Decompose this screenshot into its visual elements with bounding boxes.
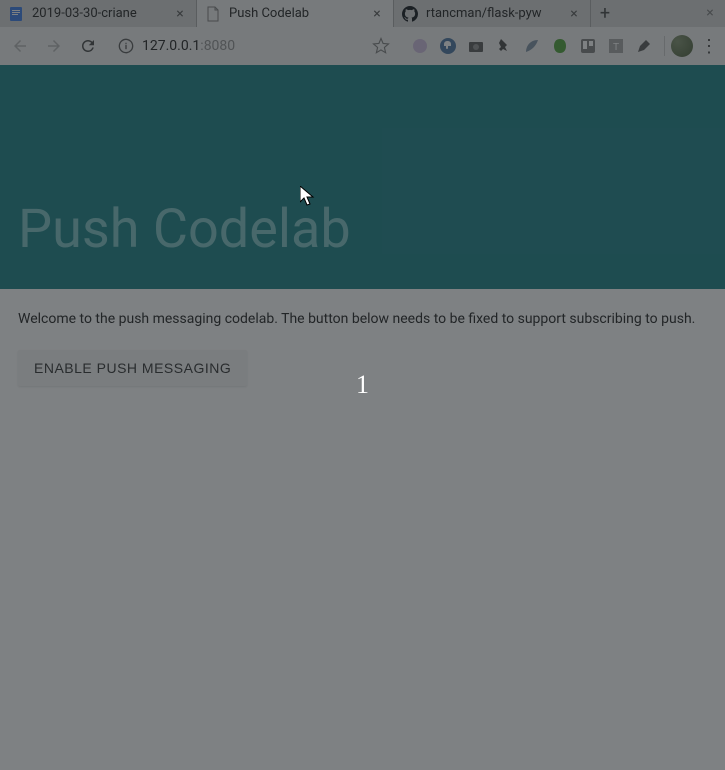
ext-icon-fedora[interactable] [438, 36, 458, 56]
browser-chrome: 2019-03-30-criane × Push Codelab × rtanc… [0, 0, 725, 65]
page-icon [205, 6, 221, 22]
reload-button[interactable] [74, 32, 102, 60]
toolbar: 127.0.0.1:8080 T ⋮ [0, 27, 725, 65]
address-bar[interactable]: 127.0.0.1:8080 [108, 32, 400, 60]
tab-close-1[interactable]: × [369, 6, 385, 22]
intro-text: Welcome to the push messaging codelab. T… [18, 309, 707, 330]
ext-icon-feather[interactable] [522, 36, 542, 56]
tab-1[interactable]: Push Codelab × [197, 0, 394, 27]
ext-icon-evernote[interactable] [550, 36, 570, 56]
tab-title-1: Push Codelab [229, 6, 365, 21]
tab-title-0: 2019-03-30-criane [32, 6, 168, 21]
ext-icon-trello[interactable] [578, 36, 598, 56]
url-host: 127.0.0.1 [142, 38, 200, 54]
ext-icon-1[interactable] [410, 36, 430, 56]
bookmark-star-icon[interactable] [372, 37, 390, 55]
ext-icon-camera[interactable] [466, 36, 486, 56]
svg-text:T: T [613, 42, 619, 53]
info-icon[interactable] [118, 38, 134, 54]
window-close-button[interactable]: × [701, 4, 719, 22]
extension-icons: T [406, 36, 658, 56]
page-content: Push Codelab Welcome to the push messagi… [0, 65, 725, 770]
tab-0[interactable]: 2019-03-30-criane × [0, 0, 197, 27]
tab-close-0[interactable]: × [172, 6, 188, 22]
overlay-counter: 1 [356, 370, 369, 400]
github-icon [402, 6, 418, 22]
enable-push-button[interactable]: ENABLE PUSH MESSAGING [18, 350, 247, 386]
ext-icon-pencil[interactable] [634, 36, 654, 56]
ext-icon-t[interactable]: T [606, 36, 626, 56]
tab-strip: 2019-03-30-criane × Push Codelab × rtanc… [0, 0, 725, 27]
menu-button[interactable]: ⋮ [699, 36, 719, 56]
toolbar-divider [664, 36, 665, 56]
back-button[interactable] [6, 32, 34, 60]
ext-icon-pin[interactable] [494, 36, 514, 56]
forward-button[interactable] [40, 32, 68, 60]
new-tab-button[interactable]: + [591, 0, 619, 27]
tab-2[interactable]: rtancman/flask-pyw × [394, 0, 591, 27]
url-port: :8080 [200, 38, 235, 54]
page-title: Push Codelab [18, 198, 351, 261]
hero-banner: Push Codelab [0, 65, 725, 289]
profile-avatar[interactable] [671, 35, 693, 57]
tab-title-2: rtancman/flask-pyw [426, 6, 562, 21]
tab-close-2[interactable]: × [566, 6, 582, 22]
doc-icon [8, 6, 24, 22]
url-text: 127.0.0.1:8080 [142, 38, 364, 54]
